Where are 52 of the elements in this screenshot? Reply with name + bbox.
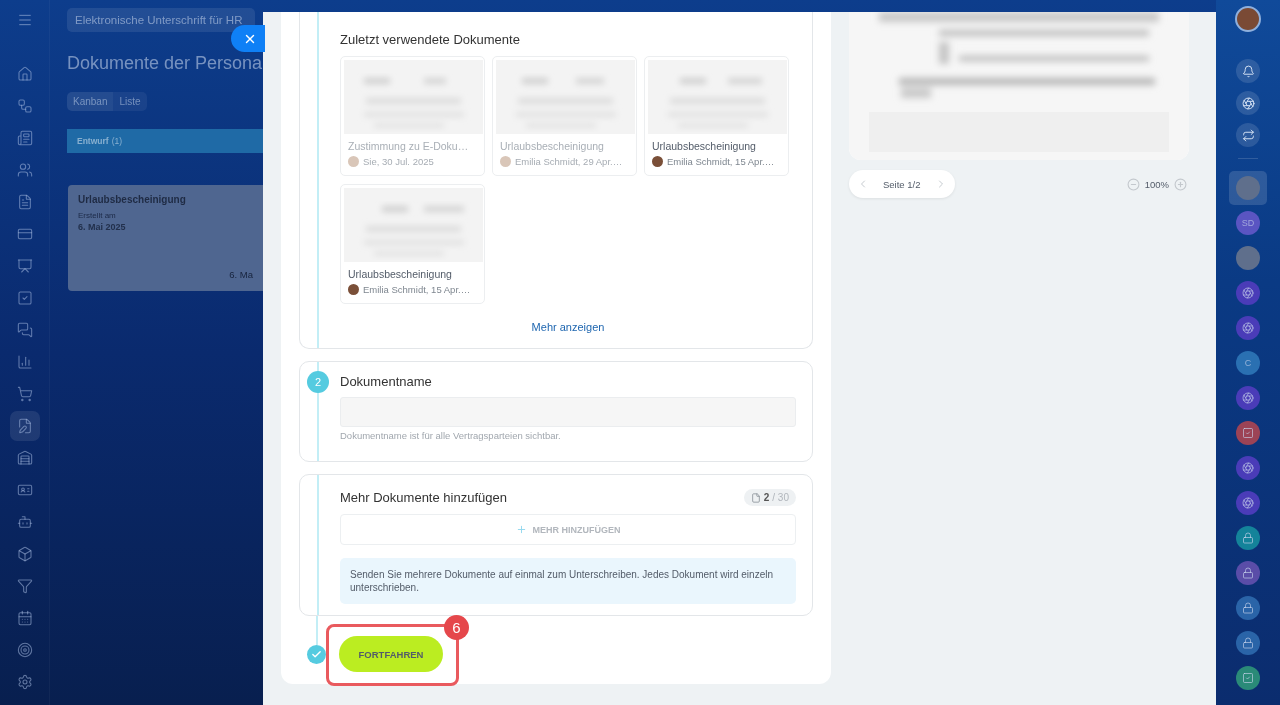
search-field[interactable]: Elektronische Unterschrift für HR: [67, 8, 255, 32]
chat-avatar: SD: [1236, 211, 1260, 235]
section-title: Zuletzt verwendete Dokumente: [340, 32, 521, 47]
zoom-level: 100%: [1144, 178, 1169, 190]
hint-text: Dokumentname ist für alle Vertragsparteien sichtbar.: [340, 430, 562, 441]
view-tab[interactable]: Liste: [113, 92, 147, 111]
document-meta: Sie, 30 Jul. 2025: [363, 156, 434, 167]
plus-icon: [515, 524, 527, 535]
show-more-link[interactable]: Mehr anzeigen: [531, 321, 605, 333]
info-text: Senden Sie mehrere Dokumente auf einmal zum Unterschreiben. Jedes Dokument wird einzeln unterschrieben.: [340, 558, 796, 604]
document-title: Zustimmung zu E-Doku…: [348, 140, 470, 152]
document-meta: Emilia Schmidt, 15 Apr.…: [667, 156, 775, 167]
step-number: 2: [307, 371, 329, 393]
close-button[interactable]: [231, 25, 265, 52]
avatar-icon: [1236, 246, 1260, 270]
page-title: Dokumente der Persona: [67, 53, 263, 74]
continue-button[interactable]: FORTFAHREN: [339, 636, 443, 672]
chat-item[interactable]: SD: [1229, 206, 1267, 240]
avatar-icon: [1236, 176, 1260, 200]
card-title: Urlaubsbescheinigung: [78, 194, 187, 205]
column-title: Entwurf: [77, 136, 109, 146]
card-date: 6. Mai 2025: [78, 222, 127, 232]
count-value: 2: [763, 492, 770, 503]
document-meta: Emilia Schmidt, 15 Apr.…: [363, 284, 471, 295]
step-badge: 6: [444, 615, 469, 640]
chat-item[interactable]: C: [1229, 346, 1267, 380]
view-tab[interactable]: Kanban: [67, 92, 114, 111]
document-meta: Emilia Schmidt, 29 Apr.…: [515, 156, 623, 167]
avatar-icon: [500, 156, 511, 167]
column-count: (1): [111, 136, 123, 146]
aperture-icon[interactable]: [1236, 91, 1260, 115]
swap-icon[interactable]: [1236, 123, 1260, 147]
avatar-icon: [652, 156, 663, 167]
document-card[interactable]: Urlaubsbescheinigung Emilia Schmidt, 15 Apr.…: [340, 184, 485, 304]
section-title: Dokumentname: [340, 374, 433, 389]
check-icon: [307, 645, 326, 664]
avatar-icon: [348, 156, 359, 167]
bell-icon[interactable]: [1236, 59, 1260, 83]
document-title: Urlaubsbescheinigung: [348, 268, 453, 280]
document-title: Urlaubsbescheinigung: [500, 140, 605, 152]
file-icon: [750, 492, 761, 503]
page-indicator: Seite 1/2: [883, 178, 921, 190]
document-pen-icon[interactable]: [9, 411, 40, 441]
document-card[interactable]: Urlaubsbescheinigung Emilia Schmidt, 15 Apr.…: [644, 56, 789, 176]
avatar-icon: [348, 284, 359, 295]
add-more-button[interactable]: MEHR HINZUFÜGEN: [340, 514, 796, 545]
count-limit: / 30: [772, 492, 789, 503]
user-avatar[interactable]: [1235, 6, 1261, 32]
document-title: Urlaubsbescheinigung: [652, 140, 757, 152]
chat-avatar: C: [1236, 351, 1260, 375]
card-footer-date: 6. Ma: [229, 269, 253, 280]
section-title: Mehr Dokumente hinzufügen: [340, 490, 507, 505]
